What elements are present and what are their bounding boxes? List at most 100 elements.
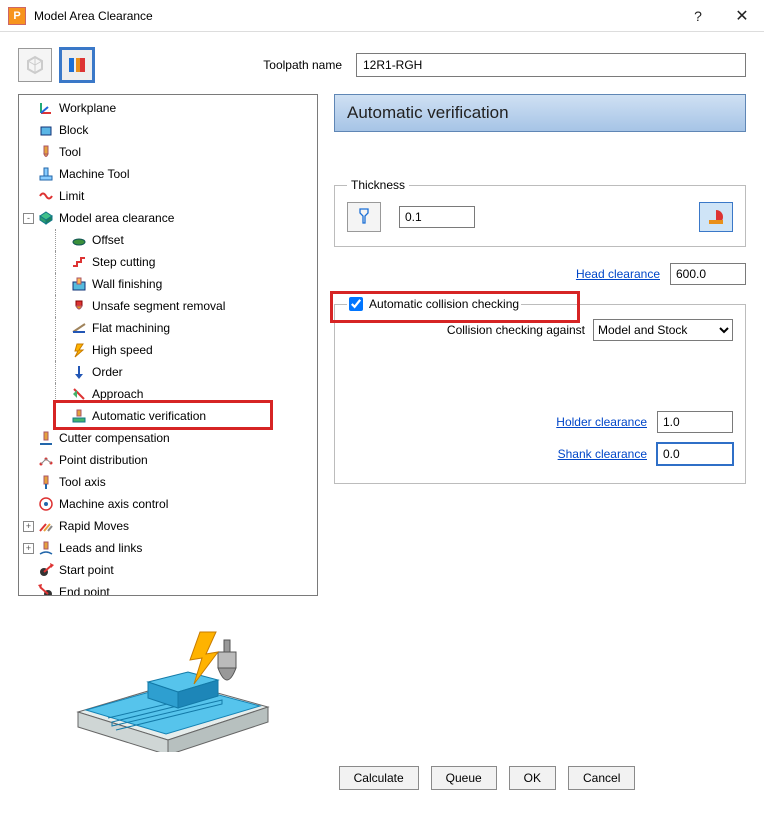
- tree-item-label: Leads and links: [59, 541, 142, 555]
- tree-item-high-speed[interactable]: High speed: [70, 339, 317, 361]
- tree-item-limit[interactable]: Limit: [37, 185, 317, 207]
- leads-icon: [37, 539, 55, 557]
- close-button[interactable]: ✕: [720, 0, 764, 32]
- tree-item-workplane[interactable]: Workplane: [37, 97, 317, 119]
- cancel-button[interactable]: Cancel: [568, 766, 635, 790]
- tree-item-wall-finishing[interactable]: Wall finishing: [70, 273, 317, 295]
- thickness-mode-button[interactable]: [347, 202, 381, 232]
- highlight-checkbox: [330, 291, 580, 323]
- tool-tip-icon: [354, 207, 374, 227]
- shank-clearance-link[interactable]: Shank clearance: [558, 447, 647, 461]
- head-clearance-link[interactable]: Head clearance: [576, 267, 660, 281]
- startpt-icon: [37, 561, 55, 579]
- toolpath-name-input[interactable]: [356, 53, 746, 77]
- tree-item-leads-and-links[interactable]: +Leads and links: [37, 537, 317, 559]
- tree-item-model-area-clearance[interactable]: -Model area clearance: [37, 207, 317, 229]
- ok-button[interactable]: OK: [509, 766, 556, 790]
- collision-against-select[interactable]: Model and Stock: [593, 319, 733, 341]
- order-icon: [70, 363, 88, 381]
- tree-item-label: Wall finishing: [92, 277, 162, 291]
- calculate-button[interactable]: Calculate: [339, 766, 419, 790]
- tree-item-label: Point distribution: [59, 453, 148, 467]
- shank-clearance-input[interactable]: [657, 443, 733, 465]
- tree-item-label: End point: [59, 585, 110, 596]
- no-exp: [23, 455, 34, 466]
- no-exp: [23, 191, 34, 202]
- tree-item-flat-machining[interactable]: Flat machining: [70, 317, 317, 339]
- toolaxis-icon: [37, 473, 55, 491]
- queue-button[interactable]: Queue: [431, 766, 497, 790]
- thickness-legend: Thickness: [347, 178, 409, 192]
- machine-tool-icon: [37, 165, 55, 183]
- tree-item-machine-tool[interactable]: Machine Tool: [37, 163, 317, 185]
- tree-item-block[interactable]: Block: [37, 119, 317, 141]
- thickness-components-button[interactable]: [699, 202, 733, 232]
- tree-panel[interactable]: Workplane Block Tool Machine Tool Limit -Mode…: [18, 94, 318, 596]
- no-exp: [56, 279, 67, 290]
- tree-item-label: Tool: [59, 145, 81, 159]
- step-icon: [70, 253, 88, 271]
- tree-item-start-point[interactable]: Start point: [37, 559, 317, 581]
- no-exp: [56, 367, 67, 378]
- expand-icon[interactable]: +: [23, 521, 34, 532]
- tree-item-point-distribution[interactable]: Point distribution: [37, 449, 317, 471]
- no-exp: [56, 235, 67, 246]
- tree-item-label: Rapid Moves: [59, 519, 129, 533]
- tree-item-label: Machine Tool: [59, 167, 130, 181]
- tree-item-offset[interactable]: Offset: [70, 229, 317, 251]
- clearance-icon: [37, 209, 55, 227]
- tree-item-machine-axis-control[interactable]: Machine axis control: [37, 493, 317, 515]
- toolbar-icon-verification[interactable]: [60, 48, 94, 82]
- collision-against-label: Collision checking against: [447, 323, 585, 337]
- thickness-group: Thickness: [334, 178, 746, 247]
- tree-item-tool-axis[interactable]: Tool axis: [37, 471, 317, 493]
- collapse-icon[interactable]: -: [23, 213, 34, 224]
- toolbar-icon-strategies[interactable]: [18, 48, 52, 82]
- offset-icon: [70, 231, 88, 249]
- unsafe-icon: [70, 297, 88, 315]
- titlebar: P Model Area Clearance ? ✕: [0, 0, 764, 32]
- tree-item-rapid-moves[interactable]: +Rapid Moves: [37, 515, 317, 537]
- holder-clearance-link[interactable]: Holder clearance: [556, 415, 647, 429]
- app-icon: P: [8, 7, 26, 25]
- head-clearance-input[interactable]: [670, 263, 746, 285]
- thickness-input[interactable]: [399, 206, 475, 228]
- endpt-icon: [37, 583, 55, 596]
- tree-item-tool[interactable]: Tool: [37, 141, 317, 163]
- window-title: Model Area Clearance: [34, 9, 676, 23]
- tree-item-order[interactable]: Order: [70, 361, 317, 383]
- safety-icon: [706, 207, 726, 227]
- no-exp: [56, 323, 67, 334]
- bars-icon: [66, 54, 88, 76]
- workplane-icon: [37, 99, 55, 117]
- no-exp: [56, 257, 67, 268]
- expand-icon[interactable]: +: [23, 543, 34, 554]
- no-exp: [23, 587, 34, 597]
- highlight-tree: [53, 400, 273, 430]
- strategy-illustration: [68, 622, 278, 752]
- pointdist-icon: [37, 451, 55, 469]
- holder-clearance-input[interactable]: [657, 411, 733, 433]
- help-button[interactable]: ?: [676, 0, 720, 32]
- tree-item-label: Tool axis: [59, 475, 106, 489]
- tree-item-end-point[interactable]: End point: [37, 581, 317, 596]
- tree-item-label: Machine axis control: [59, 497, 168, 511]
- no-exp: [23, 169, 34, 180]
- no-exp: [23, 103, 34, 114]
- tool-icon: [37, 143, 55, 161]
- tree-item-step-cutting[interactable]: Step cutting: [70, 251, 317, 273]
- settings-panel: Automatic verification Thickness: [334, 94, 746, 484]
- tree-item-label: Offset: [92, 233, 124, 247]
- collision-group: Automatic collision checking Collision c…: [334, 297, 746, 484]
- no-exp: [56, 301, 67, 312]
- tree-item-cutter-compensation[interactable]: Cutter compensation: [37, 427, 317, 449]
- tree-item-label: Limit: [59, 189, 84, 203]
- flat-icon: [70, 319, 88, 337]
- tree-item-label: Cutter compensation: [59, 431, 170, 445]
- tree-item-unsafe-segment-removal[interactable]: Unsafe segment removal: [70, 295, 317, 317]
- tree-item-label: Start point: [59, 563, 114, 577]
- tree-item-label: Block: [59, 123, 88, 137]
- wall-icon: [70, 275, 88, 293]
- hex-icon: [24, 54, 46, 76]
- block-icon: [37, 121, 55, 139]
